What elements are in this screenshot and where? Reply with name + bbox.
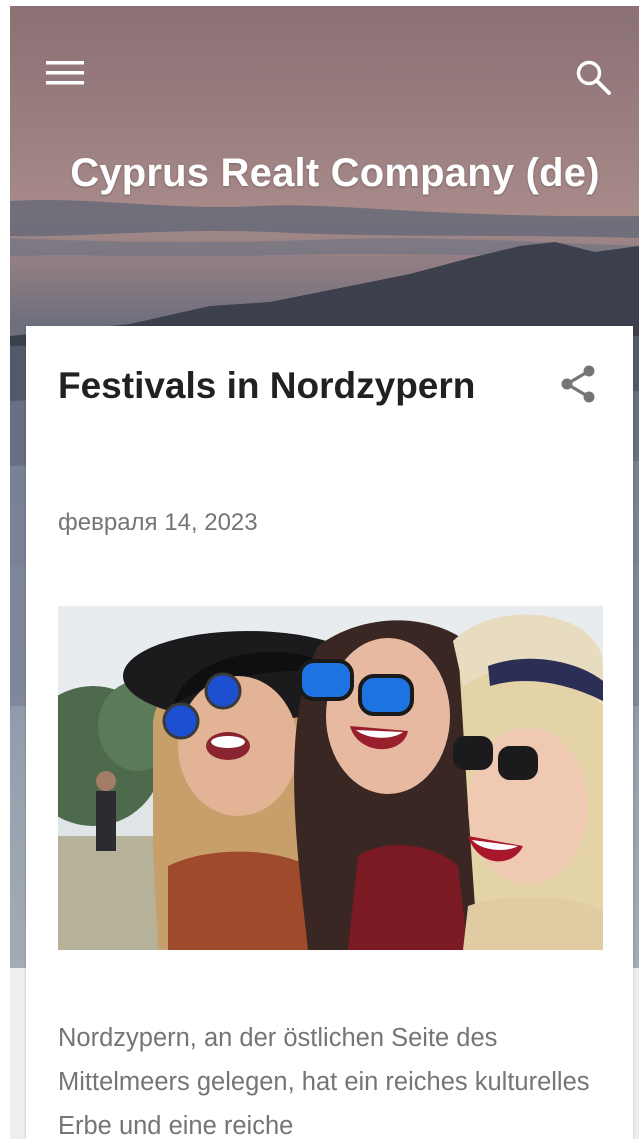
page: Cyprus Realt Company (de) Festivals in N…: [0, 0, 639, 1139]
left-gutter: [0, 0, 10, 1139]
share-icon[interactable]: [556, 362, 600, 406]
post-card: Festivals in Nordzypern февраля 14, 2023: [26, 326, 633, 1139]
hamburger-menu-icon[interactable]: [44, 58, 86, 94]
search-icon[interactable]: [574, 58, 614, 98]
blog-title[interactable]: Cyprus Realt Company (de): [40, 150, 630, 196]
three-women-laughing-image: [58, 606, 603, 950]
post-snippet: Nordzypern, an der östlichen Seite des M…: [58, 1024, 590, 1139]
post-featured-image[interactable]: [58, 606, 603, 950]
post-title[interactable]: Festivals in Nordzypern: [58, 364, 528, 408]
top-gutter: [0, 0, 639, 6]
post-date: февраля 14, 2023: [58, 509, 258, 536]
